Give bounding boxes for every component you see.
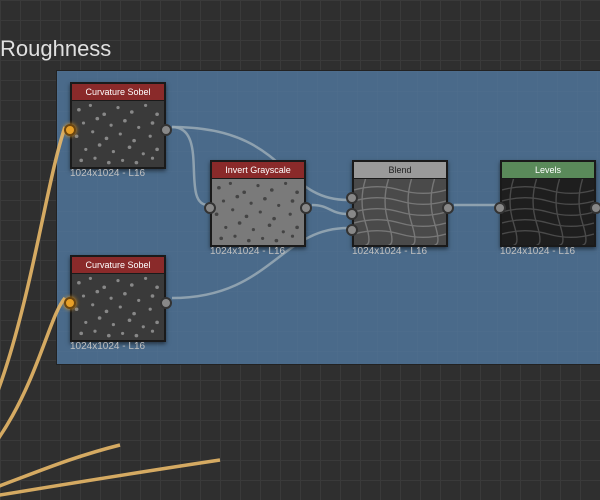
output-port[interactable] bbox=[442, 202, 454, 214]
node-meta: 1024x1024 - L16 bbox=[70, 168, 145, 179]
node-blend[interactable]: Blend bbox=[352, 160, 448, 247]
node-curvature-sobel-2[interactable]: Curvature Sobel bbox=[70, 255, 166, 342]
node-preview bbox=[354, 179, 446, 245]
input-port-2[interactable] bbox=[346, 208, 358, 220]
node-levels[interactable]: Levels bbox=[500, 160, 596, 247]
node-title: Blend bbox=[354, 162, 446, 179]
node-preview bbox=[212, 179, 304, 245]
group-label: Roughness bbox=[0, 36, 111, 62]
node-title: Levels bbox=[502, 162, 594, 179]
node-graph-canvas[interactable]: Roughness Curvature Sobel bbox=[0, 0, 600, 500]
input-port-3[interactable] bbox=[346, 224, 358, 236]
node-title: Curvature Sobel bbox=[72, 257, 164, 274]
node-curvature-sobel-1[interactable]: Curvature Sobel bbox=[70, 82, 166, 169]
input-port-1[interactable] bbox=[346, 192, 358, 204]
node-preview bbox=[72, 101, 164, 167]
output-port[interactable] bbox=[590, 202, 600, 214]
node-title: Invert Grayscale bbox=[212, 162, 304, 179]
node-meta: 1024x1024 - L16 bbox=[352, 246, 427, 257]
node-title: Curvature Sobel bbox=[72, 84, 164, 101]
node-meta: 1024x1024 - L16 bbox=[500, 246, 575, 257]
node-invert-grayscale[interactable]: Invert Grayscale bbox=[210, 160, 306, 247]
input-port[interactable] bbox=[64, 124, 76, 136]
output-port[interactable] bbox=[160, 297, 172, 309]
node-preview bbox=[72, 274, 164, 340]
output-port[interactable] bbox=[160, 124, 172, 136]
output-port[interactable] bbox=[300, 202, 312, 214]
node-meta: 1024x1024 - L16 bbox=[210, 246, 285, 257]
input-port[interactable] bbox=[494, 202, 506, 214]
node-preview bbox=[502, 179, 594, 245]
node-meta: 1024x1024 - L16 bbox=[70, 341, 145, 352]
input-port[interactable] bbox=[204, 202, 216, 214]
input-port[interactable] bbox=[64, 297, 76, 309]
